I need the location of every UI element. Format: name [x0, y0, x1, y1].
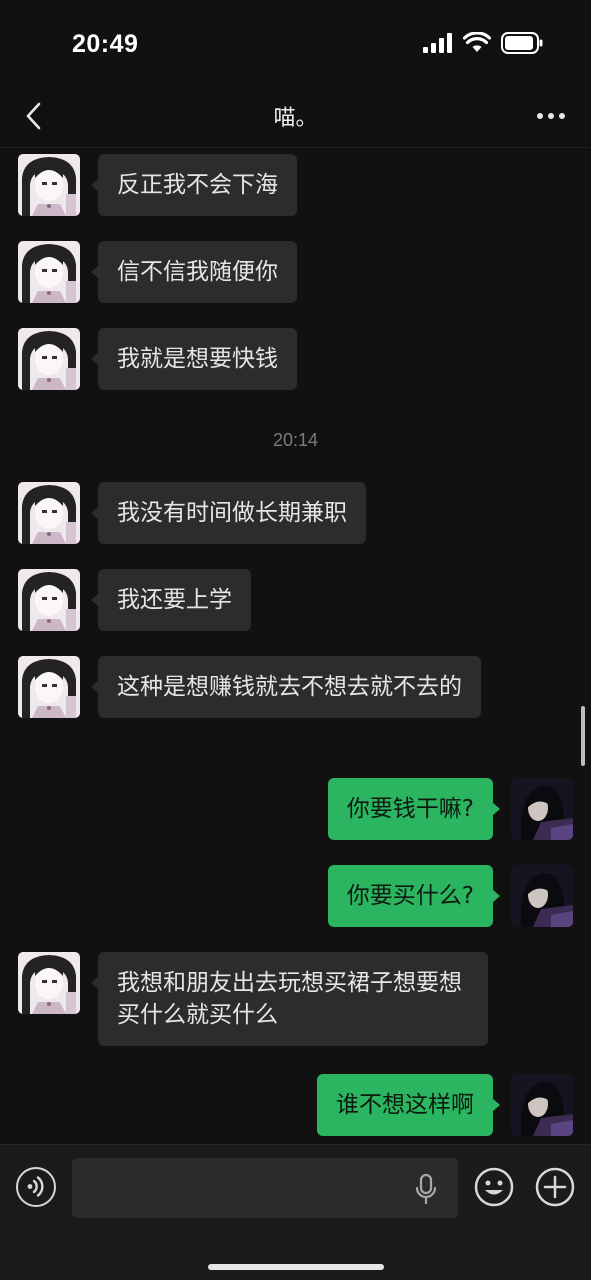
signal-icon	[423, 33, 452, 53]
message-bubble[interactable]: 我想和朋友出去玩想买裙子想要想买什么就买什么	[91, 952, 488, 1046]
voice-icon	[27, 1176, 44, 1197]
message-bubble[interactable]: 我没有时间做长期兼职	[91, 482, 366, 544]
home-indicator	[208, 1264, 384, 1270]
message-bubble[interactable]: 我还要上学	[91, 569, 251, 631]
contact-avatar[interactable]	[18, 569, 80, 631]
message-timestamp: 20:14	[272, 430, 319, 450]
status-time: 20:49	[72, 30, 139, 58]
more-horizontal-icon	[537, 113, 565, 119]
microphone-icon[interactable]	[412, 1173, 440, 1205]
message-input[interactable]	[72, 1158, 458, 1218]
message-list[interactable]: 反正我不会下海 信不信我随便你 我就是想要快钱 20:14 我没有时间做长期兼职…	[0, 148, 591, 1144]
my-avatar[interactable]	[511, 1074, 573, 1136]
contact-avatar[interactable]	[18, 656, 80, 718]
chat-title: 喵。	[273, 106, 318, 131]
contact-avatar[interactable]	[18, 154, 80, 216]
contact-avatar[interactable]	[18, 952, 80, 1014]
nav-bar: 喵。	[0, 88, 591, 148]
input-bar	[0, 1144, 591, 1280]
contact-avatar[interactable]	[18, 241, 80, 303]
plus-circle-icon[interactable]	[535, 1167, 575, 1207]
message-bubble[interactable]: 这种是想赚钱就去不想去就不去的	[91, 656, 481, 718]
voice-toggle-button[interactable]	[16, 1167, 56, 1207]
message-bubble[interactable]: 我就是想要快钱	[91, 328, 297, 390]
wifi-icon	[463, 32, 491, 52]
status-icons	[423, 32, 543, 54]
battery-icon	[501, 32, 543, 54]
message-bubble[interactable]: 你要买什么?	[327, 865, 501, 927]
message-bubble[interactable]: 信不信我随便你	[91, 241, 297, 303]
contact-avatar[interactable]	[18, 482, 80, 544]
scrollbar[interactable]	[581, 706, 585, 766]
my-avatar[interactable]	[511, 778, 573, 840]
status-bar: 20:49	[0, 0, 591, 88]
more-options-button[interactable]	[531, 98, 571, 134]
chat-screen: 20:49 喵。 反正我不会下海 信不信我随便你 我就是想要快钱 20:14 我…	[0, 0, 591, 1280]
message-bubble[interactable]: 反正我不会下海	[91, 154, 297, 216]
message-bubble[interactable]: 谁不想这样啊	[317, 1074, 500, 1136]
my-avatar[interactable]	[511, 865, 573, 927]
message-bubble[interactable]: 你要钱干嘛?	[327, 778, 501, 840]
contact-avatar[interactable]	[18, 328, 80, 390]
emoji-icon[interactable]	[474, 1167, 514, 1207]
